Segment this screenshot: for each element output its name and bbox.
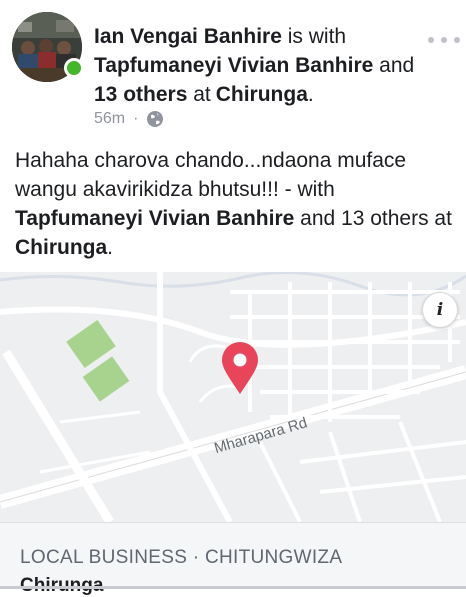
post-header: Ian Vengai Banhire is with Tapfumaneyi V… (0, 0, 466, 140)
more-options-button[interactable] (428, 30, 460, 50)
more-dot (454, 37, 460, 43)
body-tagged-link[interactable]: Tapfumaneyi Vivian Banhire (15, 207, 294, 230)
place-card[interactable]: LOCAL BUSINESS · CHITUNGWIZA Chirunga (0, 522, 466, 596)
body-end: . (107, 236, 114, 259)
online-status-dot (64, 58, 84, 78)
post-body-text: Hahaha charova chando...ndaona muface wa… (15, 149, 407, 201)
post-time[interactable]: 56m (94, 110, 125, 128)
and-text: and (379, 54, 415, 77)
post-meta: 56m · (94, 110, 164, 128)
info-icon: i (436, 300, 444, 320)
more-dot (441, 37, 447, 43)
location-map[interactable]: Mharapara Rd (0, 272, 466, 522)
end-punct: . (307, 83, 314, 106)
globe-icon (146, 110, 164, 128)
map-canvas: Mharapara Rd (0, 272, 466, 522)
at-text: at (193, 83, 211, 106)
place-category: LOCAL BUSINESS · CHITUNGWIZA (20, 547, 343, 568)
is-with-text: is with (287, 25, 347, 48)
tagged-person-link[interactable]: Tapfumaneyi Vivian Banhire (94, 54, 373, 77)
post-body: Hahaha charova chando...ndaona muface wa… (15, 146, 455, 262)
body-and-text: and 13 others at (300, 207, 452, 230)
location-link[interactable]: Chirunga (216, 83, 308, 106)
body-location-link[interactable]: Chirunga (15, 236, 107, 259)
map-info-button[interactable]: i (422, 292, 458, 328)
meta-separator: · (133, 110, 139, 127)
post-author-line: Ian Vengai Banhire is with Tapfumaneyi V… (94, 22, 424, 109)
author-name[interactable]: Ian Vengai Banhire (94, 25, 282, 48)
others-link[interactable]: 13 others (94, 83, 187, 106)
more-dot (428, 37, 434, 43)
